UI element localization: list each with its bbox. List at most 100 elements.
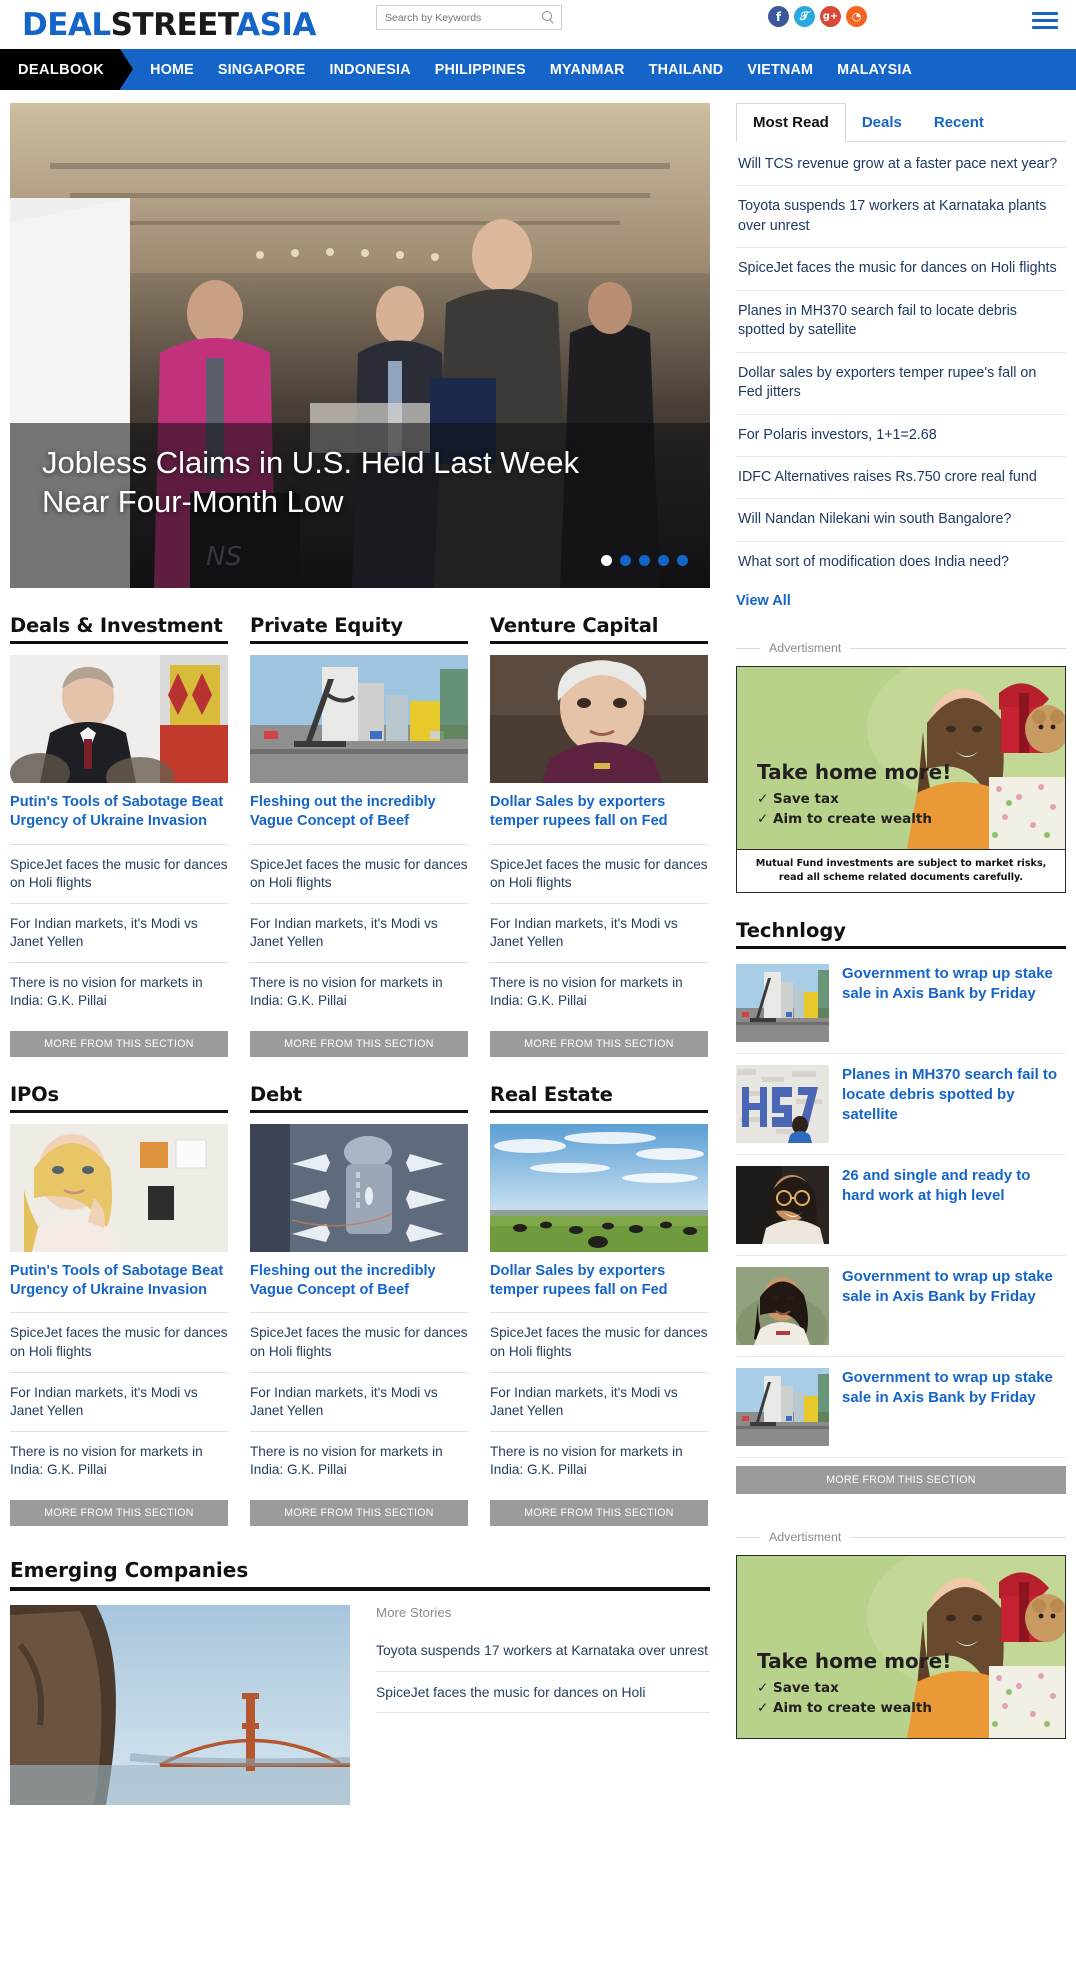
section-lead-headline[interactable]: Dollar Sales by exporters temper rupees … [490, 793, 708, 832]
list-item[interactable]: There is no vision for markets in India:… [250, 1430, 468, 1490]
hero-dot-5[interactable] [677, 555, 688, 566]
list-item[interactable]: There is no vision for markets in India:… [490, 961, 708, 1021]
section-rule [736, 946, 1066, 950]
rss-icon[interactable]: ◔ [846, 6, 867, 27]
advertisement-banner[interactable]: Take home more! ✓ Save tax ✓ Aim to crea… [736, 666, 1066, 894]
list-item[interactable]: 26 and single and ready to hard work at … [736, 1155, 1066, 1257]
divider-right [850, 1536, 1066, 1538]
list-item[interactable]: Planes in MH370 search fail to locate de… [736, 291, 1066, 353]
twitter-icon[interactable]: 𝒯 [794, 6, 815, 27]
section-thumbnail-cattle-field[interactable] [490, 1123, 708, 1252]
site-logo[interactable]: DEALSTREETASIA [22, 7, 316, 43]
list-item[interactable]: For Indian markets, it's Modi vs Janet Y… [490, 902, 708, 962]
list-item[interactable]: SpiceJet faces the music for dances on H… [490, 1312, 708, 1371]
section-thumbnail-yellen[interactable] [490, 655, 708, 783]
tech-thumbnail-woman-glasses [736, 1166, 829, 1245]
section-lead-headline[interactable]: Fleshing out the incredibly Vague Concep… [250, 793, 468, 832]
section-technology: Technlogy Government to wrap up stake sa… [736, 919, 1066, 1495]
section-thumbnail-airport-aerial[interactable] [250, 1123, 468, 1252]
emerging-thumbnail-bridge[interactable] [10, 1604, 350, 1805]
list-item[interactable]: For Indian markets, it's Modi vs Janet Y… [490, 1371, 708, 1431]
section-sub-list: SpiceJet faces the music for dances on H… [10, 1312, 228, 1489]
tab-deals[interactable]: Deals [846, 104, 918, 141]
list-item[interactable]: Government to wrap up stake sale in Axis… [736, 1357, 1066, 1459]
more-from-section-button[interactable]: MORE FROM THIS SECTION [10, 1030, 228, 1057]
list-item[interactable]: There is no vision for markets in India:… [10, 961, 228, 1021]
list-item[interactable]: Will Nandan Nilekani win south Bangalore… [736, 499, 1066, 542]
nav-item-thailand[interactable]: THAILAND [649, 62, 724, 78]
list-item[interactable]: SpiceJet faces the music for dances on H… [10, 1312, 228, 1371]
tech-thumbnail-woman-portrait [736, 1267, 829, 1346]
list-item[interactable]: SpiceJet faces the music for dances on H… [10, 843, 228, 903]
search-box[interactable] [376, 5, 562, 30]
nav-item-malaysia[interactable]: MALAYSIA [837, 62, 912, 78]
hero-dot-1[interactable] [601, 555, 612, 566]
hero-dot-2[interactable] [620, 555, 631, 566]
list-item[interactable]: For Indian markets, it's Modi vs Janet Y… [250, 902, 468, 962]
list-item[interactable]: There is no vision for markets in India:… [490, 1430, 708, 1490]
section-sub-list: SpiceJet faces the music for dances on H… [490, 1312, 708, 1489]
list-item[interactable]: SpiceJet faces the music for dances on H… [376, 1672, 710, 1714]
search-icon[interactable] [542, 11, 555, 24]
list-item[interactable]: SpiceJet faces the music for dances on H… [250, 1312, 468, 1371]
hero-slider-dots[interactable] [601, 555, 688, 566]
view-all-link[interactable]: View All [736, 593, 1066, 609]
nav-item-indonesia[interactable]: INDONESIA [329, 62, 410, 78]
nav-item-myanmar[interactable]: MYANMAR [550, 62, 625, 78]
list-item[interactable]: SpiceJet faces the music for dances on H… [736, 248, 1066, 291]
nav-item-singapore[interactable]: SINGAPORE [218, 62, 306, 78]
list-item[interactable]: There is no vision for markets in India:… [10, 1430, 228, 1490]
advertisement-copy: Take home more! ✓ Save tax ✓ Aim to crea… [757, 1649, 951, 1718]
section-lead-headline[interactable]: Fleshing out the incredibly Vague Concep… [250, 1262, 468, 1301]
more-from-section-button[interactable]: MORE FROM THIS SECTION [250, 1030, 468, 1057]
more-from-section-button[interactable]: MORE FROM THIS SECTION [490, 1499, 708, 1526]
list-item[interactable]: IDFC Alternatives raises Rs.750 crore re… [736, 457, 1066, 500]
nav-item-philippines[interactable]: PHILIPPINES [435, 62, 526, 78]
disclaimer-line-2: read all scheme related documents carefu… [778, 872, 1024, 884]
list-item[interactable]: SpiceJet faces the music for dances on H… [490, 843, 708, 903]
list-item[interactable]: For Indian markets, it's Modi vs Janet Y… [250, 1371, 468, 1431]
more-from-section-button[interactable]: MORE FROM THIS SECTION [10, 1499, 228, 1526]
list-item[interactable]: For Indian markets, it's Modi vs Janet Y… [10, 1371, 228, 1431]
nav-item-vietnam[interactable]: VIETNAM [747, 62, 813, 78]
tab-most-read[interactable]: Most Read [736, 103, 846, 142]
hero-dot-4[interactable] [658, 555, 669, 566]
list-item[interactable]: Planes in MH370 search fail to locate de… [736, 1054, 1066, 1156]
list-item[interactable]: What sort of modification does India nee… [736, 542, 1066, 583]
advertisement-label-row: Advertisment [736, 641, 1066, 655]
section-lead-headline[interactable]: Putin's Tools of Sabotage Beat Urgency o… [10, 1262, 228, 1301]
section-lead-headline[interactable]: Dollar Sales by exporters temper rupees … [490, 1262, 708, 1301]
advertisement-banner[interactable]: Take home more! ✓ Save tax ✓ Aim to crea… [736, 1555, 1066, 1740]
list-item[interactable]: There is no vision for markets in India:… [250, 961, 468, 1021]
more-from-section-button[interactable]: MORE FROM THIS SECTION [490, 1030, 708, 1057]
list-item[interactable]: Toyota suspends 17 workers at Karnataka … [736, 186, 1066, 249]
section-thumbnail-city-tower[interactable] [250, 655, 468, 783]
tab-recent[interactable]: Recent [918, 104, 1000, 141]
advertisement-bullet-1: ✓ Save tax [757, 1679, 839, 1696]
hamburger-menu-icon[interactable] [1032, 12, 1058, 29]
most-read-list: Will TCS revenue grow at a faster pace n… [736, 144, 1066, 583]
hero-slider[interactable]: NS Jobless Claims in U.S. Held Last Week… [10, 103, 710, 588]
list-item[interactable]: Government to wrap up stake sale in Axis… [736, 1256, 1066, 1358]
list-item[interactable]: Government to wrap up stake sale in Axis… [736, 953, 1066, 1055]
more-from-section-button[interactable]: MORE FROM THIS SECTION [736, 1466, 1066, 1495]
search-input[interactable] [383, 10, 542, 25]
list-item[interactable]: Will TCS revenue grow at a faster pace n… [736, 144, 1066, 187]
more-from-section-button[interactable]: MORE FROM THIS SECTION [250, 1499, 468, 1526]
section-thumbnail-blonde-woman[interactable] [10, 1123, 228, 1252]
list-item[interactable]: Dollar sales by exporters temper rupee's… [736, 353, 1066, 415]
facebook-icon[interactable]: f [768, 6, 789, 27]
googleplus-icon[interactable]: g+ [820, 6, 841, 27]
list-item[interactable]: SpiceJet faces the music for dances on H… [250, 843, 468, 903]
advertisement-image: Take home more! ✓ Save tax ✓ Aim to crea… [737, 667, 1065, 850]
hero-dot-3[interactable] [639, 555, 650, 566]
list-item[interactable]: For Indian markets, it's Modi vs Janet Y… [10, 902, 228, 962]
section-lead-headline[interactable]: Putin's Tools of Sabotage Beat Urgency o… [10, 793, 228, 832]
list-item[interactable]: Toyota suspends 17 workers at Karnataka … [376, 1630, 710, 1672]
advertisement-label: Advertisment [769, 641, 842, 656]
nav-item-home[interactable]: HOME [150, 62, 194, 78]
advertisement-label-row: Advertisment [736, 1530, 1066, 1544]
section-thumbnail-putin[interactable] [10, 655, 228, 783]
list-item[interactable]: For Polaris investors, 1+1=2.68 [736, 415, 1066, 457]
nav-brand-dealbook[interactable]: DEALBOOK [0, 49, 134, 90]
